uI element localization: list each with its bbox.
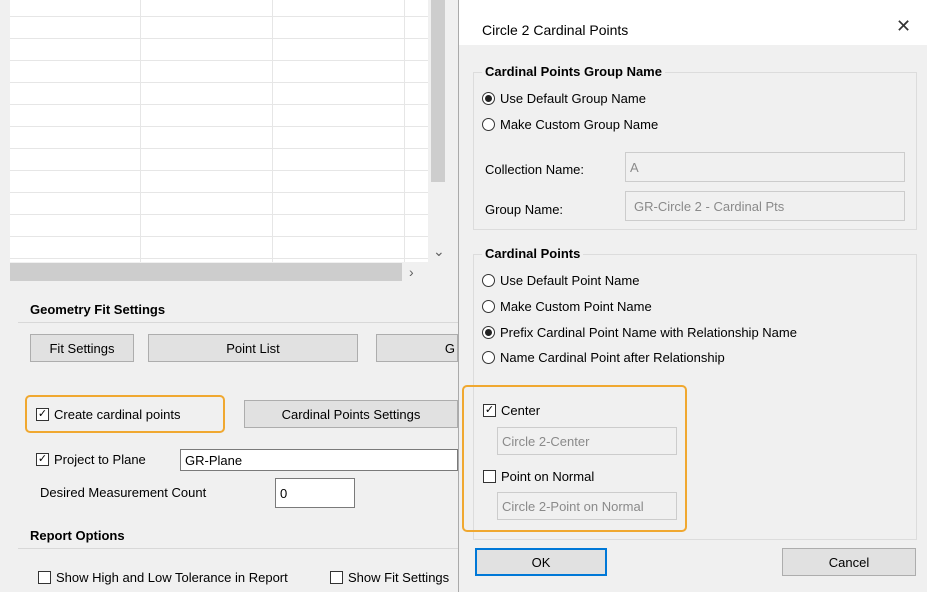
radio-unselected-icon (482, 351, 495, 364)
collection-name-label: Collection Name: (485, 162, 584, 177)
divider (18, 322, 458, 323)
radio-label: Name Cardinal Point after Relationship (500, 350, 725, 365)
radio-make-custom-point[interactable]: Make Custom Point Name (482, 299, 652, 314)
show-fit-settings-label: Show Fit Settings (348, 570, 450, 585)
radio-prefix-relationship[interactable]: Prefix Cardinal Point Name with Relation… (482, 325, 797, 340)
create-cardinal-points-checkbox[interactable]: ✓ Create cardinal points (36, 407, 180, 422)
desired-count-label: Desired Measurement Count (40, 485, 207, 500)
scroll-right-arrow-icon[interactable]: › (409, 264, 414, 280)
point-on-normal-checkbox[interactable]: Point on Normal (483, 469, 594, 484)
radio-selected-icon (482, 92, 495, 105)
project-to-plane-checkbox[interactable]: ✓ Project to Plane (36, 452, 146, 467)
center-name-input[interactable]: Circle 2-Center (497, 427, 677, 455)
checkbox-checked-icon: ✓ (36, 408, 49, 421)
close-icon[interactable]: ✕ (896, 16, 911, 37)
horizontal-scroll-thumb[interactable] (10, 263, 402, 281)
cancel-button[interactable]: Cancel (782, 548, 916, 576)
scroll-down-arrow-icon[interactable]: ⌄ (433, 243, 445, 260)
ok-button[interactable]: OK (475, 548, 607, 576)
truncated-button[interactable]: G (376, 334, 458, 362)
point-on-normal-label: Point on Normal (501, 469, 595, 484)
checkbox-unchecked-icon (330, 571, 343, 584)
plane-select[interactable]: GR-Plane (180, 449, 458, 471)
geometry-fit-title: Geometry Fit Settings (30, 302, 166, 317)
vertical-scroll-thumb[interactable] (431, 0, 445, 182)
group-name-input[interactable]: GR-Circle 2 - Cardinal Pts (625, 191, 905, 221)
radio-label: Use Default Group Name (500, 91, 646, 106)
show-tolerance-checkbox[interactable]: Show High and Low Tolerance in Report (38, 570, 288, 585)
show-fit-settings-clip: Show Fit Settings (330, 570, 458, 585)
radio-label: Use Default Point Name (500, 273, 640, 288)
show-fit-settings-checkbox[interactable]: Show Fit Settings (330, 570, 458, 585)
create-cardinal-points-label: Create cardinal points (54, 407, 181, 422)
project-to-plane-label: Project to Plane (54, 452, 146, 467)
center-label: Center (501, 403, 541, 418)
center-checkbox[interactable]: ✓ Center (483, 403, 540, 418)
cardinal-points-title: Cardinal Points (482, 246, 584, 261)
divider (18, 548, 458, 549)
radio-use-default-point[interactable]: Use Default Point Name (482, 273, 639, 288)
radio-unselected-icon (482, 274, 495, 287)
normal-name-input[interactable]: Circle 2-Point on Normal (497, 492, 677, 520)
point-list-button[interactable]: Point List (148, 334, 358, 362)
radio-label: Make Custom Point Name (500, 299, 652, 314)
show-tolerance-label: Show High and Low Tolerance in Report (56, 570, 288, 585)
cardinal-points-settings-button[interactable]: Cardinal Points Settings (244, 400, 458, 428)
data-grid[interactable] (10, 0, 428, 262)
radio-unselected-icon (482, 118, 495, 131)
checkbox-unchecked-icon (38, 571, 51, 584)
radio-label: Make Custom Group Name (500, 117, 659, 132)
group-name-title: Cardinal Points Group Name (482, 64, 665, 79)
radio-name-after-relationship[interactable]: Name Cardinal Point after Relationship (482, 350, 725, 365)
checkbox-checked-icon: ✓ (36, 453, 49, 466)
desired-count-input[interactable]: 0 (275, 478, 355, 508)
radio-label: Prefix Cardinal Point Name with Relation… (500, 325, 797, 340)
radio-unselected-icon (482, 300, 495, 313)
radio-make-custom-group[interactable]: Make Custom Group Name (482, 117, 658, 132)
radio-selected-icon (482, 326, 495, 339)
group-name-label: Group Name: (485, 202, 564, 217)
fit-settings-button[interactable]: Fit Settings (30, 334, 134, 362)
checkbox-checked-icon: ✓ (483, 404, 496, 417)
report-options-title: Report Options (30, 528, 125, 543)
collection-name-input[interactable]: A (625, 152, 905, 182)
checkbox-unchecked-icon (483, 470, 496, 483)
dialog-title: Circle 2 Cardinal Points (482, 22, 629, 38)
radio-use-default-group[interactable]: Use Default Group Name (482, 91, 646, 106)
